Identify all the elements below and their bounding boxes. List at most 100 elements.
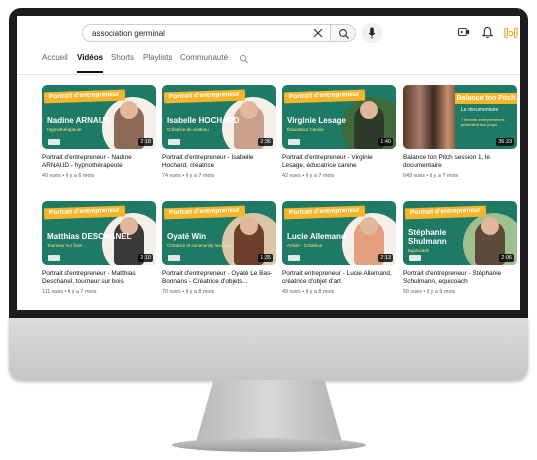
thumbnail-name: Virginie Lesage [287, 116, 346, 125]
video-duration: 36:33 [496, 138, 514, 146]
video-meta: 58 vues • il y a 9 mois [403, 289, 456, 295]
thumbnail-ribbon: Balance ton Pitch [455, 93, 517, 104]
video-meta: 70 vues • il y a 8 mois [162, 289, 215, 295]
video-thumbnail[interactable]: Portrait d'entrepreneur Oyaté Win Créatr… [162, 201, 276, 265]
thumbnail-role: Créatrice de contenu [167, 127, 209, 132]
video-card[interactable]: Portrait d'entrepreneur Oyaté Win Créatr… [162, 201, 276, 295]
video-title[interactable]: Portrait d'entrepreneur - Oyaté Le Bas-B… [162, 270, 276, 287]
video-title[interactable]: Balance ton Pitch session 1, le document… [403, 154, 517, 171]
video-thumbnail[interactable]: Portrait d'entrepreneur Stéphanie Shulma… [403, 201, 517, 265]
upload-age: il y a 7 mois [67, 289, 97, 295]
video-duration: 2:18 [138, 138, 153, 146]
search-button[interactable] [330, 24, 356, 42]
view-count: 49 vues [282, 289, 301, 295]
video-meta: 49 vues • il y a 8 mois [282, 289, 335, 295]
thumbnail-name: Nadine ARNAUD [47, 116, 111, 125]
video-thumbnail[interactable]: Portrait d'entrepreneur Lucie Allemand A… [282, 201, 396, 265]
crowd-photo [403, 85, 459, 149]
video-thumbnail[interactable]: Portrait d'entrepreneur Matthias DESCHAN… [42, 201, 156, 265]
tab-videos[interactable]: Vidéos [77, 53, 104, 73]
channel-avatar[interactable]: ᥫᩣᥫ [504, 26, 518, 41]
video-card[interactable]: Balance ton Pitch Le documentaire 7 femm… [403, 85, 517, 179]
video-title[interactable]: Portrait d'entrepreneur - Virginie Lesag… [282, 154, 396, 171]
video-thumbnail[interactable]: Portrait d'entrepreneur Isabelle HOCHARD… [162, 85, 276, 149]
thumbnail-name: Lucie Allemand [287, 232, 346, 241]
germinal-logo [409, 255, 421, 261]
upload-age: il y a 7 mois [305, 173, 335, 179]
bell-icon[interactable] [482, 26, 493, 39]
video-title[interactable]: Portrait d'entrepreneur - Nadine ARNAUD … [42, 154, 156, 171]
video-title[interactable]: Portrait entrepreneur - Lucie Allemand, … [282, 270, 396, 287]
search-icon[interactable] [239, 54, 249, 64]
video-card[interactable]: Portrait d'entrepreneur Matthias DESCHAN… [42, 201, 156, 295]
video-card[interactable]: Portrait d'entrepreneur Lucie Allemand A… [282, 201, 396, 295]
portrait-head [360, 217, 378, 235]
video-duration: 2:13 [378, 254, 393, 262]
thumbnail-role: Tourneur sur bois [47, 243, 82, 248]
monitor-stand-base [172, 438, 366, 452]
thumbnail-role: Créatrice et community manager [167, 243, 233, 248]
thumbnail-role: Equicoach [408, 248, 430, 253]
upload-age: il y a 7 mois [429, 173, 459, 179]
portrait-head [240, 101, 258, 119]
view-count: 70 vues [162, 289, 181, 295]
video-meta: 40 vues • il y a 6 mois [42, 173, 95, 179]
video-card[interactable]: Portrait d'entrepreneur Isabelle HOCHARD… [162, 85, 276, 179]
germinal-logo [48, 139, 60, 145]
voice-search-button[interactable] [362, 23, 382, 43]
video-meta: 111 vues • il y a 7 mois [42, 289, 97, 295]
view-count: 42 vues [282, 173, 301, 179]
portrait-head [481, 217, 499, 235]
germinal-logo [288, 139, 300, 145]
close-icon[interactable] [310, 25, 326, 41]
video-card[interactable]: Portrait d'entrepreneur Virginie Lesage … [282, 85, 396, 179]
video-duration: 2:10 [138, 254, 153, 262]
view-count: 111 vues [42, 289, 64, 295]
view-count: 58 vues [403, 289, 422, 295]
upload-age: il y a 8 mois [185, 289, 215, 295]
top-bar: association germinal ᥫᩣᥫ [17, 16, 520, 56]
monitor-stand [196, 380, 342, 442]
thumbnail-role: Artiste - Créatrice [287, 243, 323, 248]
thumbnail-ribbon: Portrait d'entrepreneur [163, 89, 245, 104]
video-duration: 1:40 [378, 138, 393, 146]
upload-age: il y a 9 mois [426, 289, 456, 295]
thumbnail-name: Isabelle HOCHARD [167, 116, 240, 125]
video-camera-icon[interactable] [458, 27, 470, 37]
channel-tabs: Accueil Vidéos Shorts Playlists Communau… [17, 53, 520, 73]
tab-communaute[interactable]: Communauté [180, 53, 228, 73]
thumbnail-ribbon: Portrait d'entrepreneur [283, 205, 365, 220]
search-icon [339, 29, 350, 40]
thumbnail-ribbon: Portrait d'entrepreneur [163, 205, 245, 220]
germinal-logo [168, 139, 180, 145]
video-meta: 74 vues • il y a 7 mois [162, 173, 215, 179]
portrait-head [240, 217, 258, 235]
view-count: 40 vues [42, 173, 61, 179]
thumbnail-role: Éducatrice Canine [287, 127, 324, 132]
thumbnail-name: Stéphanie Shulmann [408, 228, 447, 246]
thumbnail-name: Matthias DESCHANEL [47, 232, 132, 241]
video-duration: 1:35 [258, 254, 273, 262]
thumbnail-ribbon: Portrait d'entrepreneur [43, 89, 125, 104]
thumbnail-ribbon: Portrait d'entrepreneur [43, 205, 125, 220]
thumbnail-ribbon: Portrait d'entrepreneur [283, 89, 365, 104]
tab-shorts[interactable]: Shorts [111, 53, 134, 73]
video-duration: 2:36 [258, 138, 273, 146]
view-count: 74 vues [162, 173, 181, 179]
video-thumbnail[interactable]: Portrait d'entrepreneur Nadine ARNAUD Hy… [42, 85, 156, 149]
video-thumbnail[interactable]: Balance ton Pitch Le documentaire 7 femm… [403, 85, 517, 149]
video-thumbnail[interactable]: Portrait d'entrepreneur Virginie Lesage … [282, 85, 396, 149]
video-card[interactable]: Portrait d'entrepreneur Stéphanie Shulma… [403, 201, 517, 295]
thumbnail-name: Oyaté Win [167, 232, 207, 241]
view-count: 649 vues [403, 173, 425, 179]
video-title[interactable]: Portrait d'entrepreneur - Isabelle Hocha… [162, 154, 276, 171]
portrait-head [120, 101, 138, 119]
video-title[interactable]: Portrait d'entrepreneur - Matthias Desch… [42, 270, 156, 287]
video-title[interactable]: Portrait d'entrepreneur - Stéphanie Schu… [403, 270, 517, 287]
video-card[interactable]: Portrait d'entrepreneur Nadine ARNAUD Hy… [42, 85, 156, 179]
video-meta: 42 vues • il y a 7 mois [282, 173, 335, 179]
tab-accueil[interactable]: Accueil [42, 53, 68, 73]
tab-playlists[interactable]: Playlists [143, 53, 172, 73]
search-input[interactable]: association germinal [82, 24, 330, 42]
upload-age: il y a 8 mois [305, 289, 335, 295]
